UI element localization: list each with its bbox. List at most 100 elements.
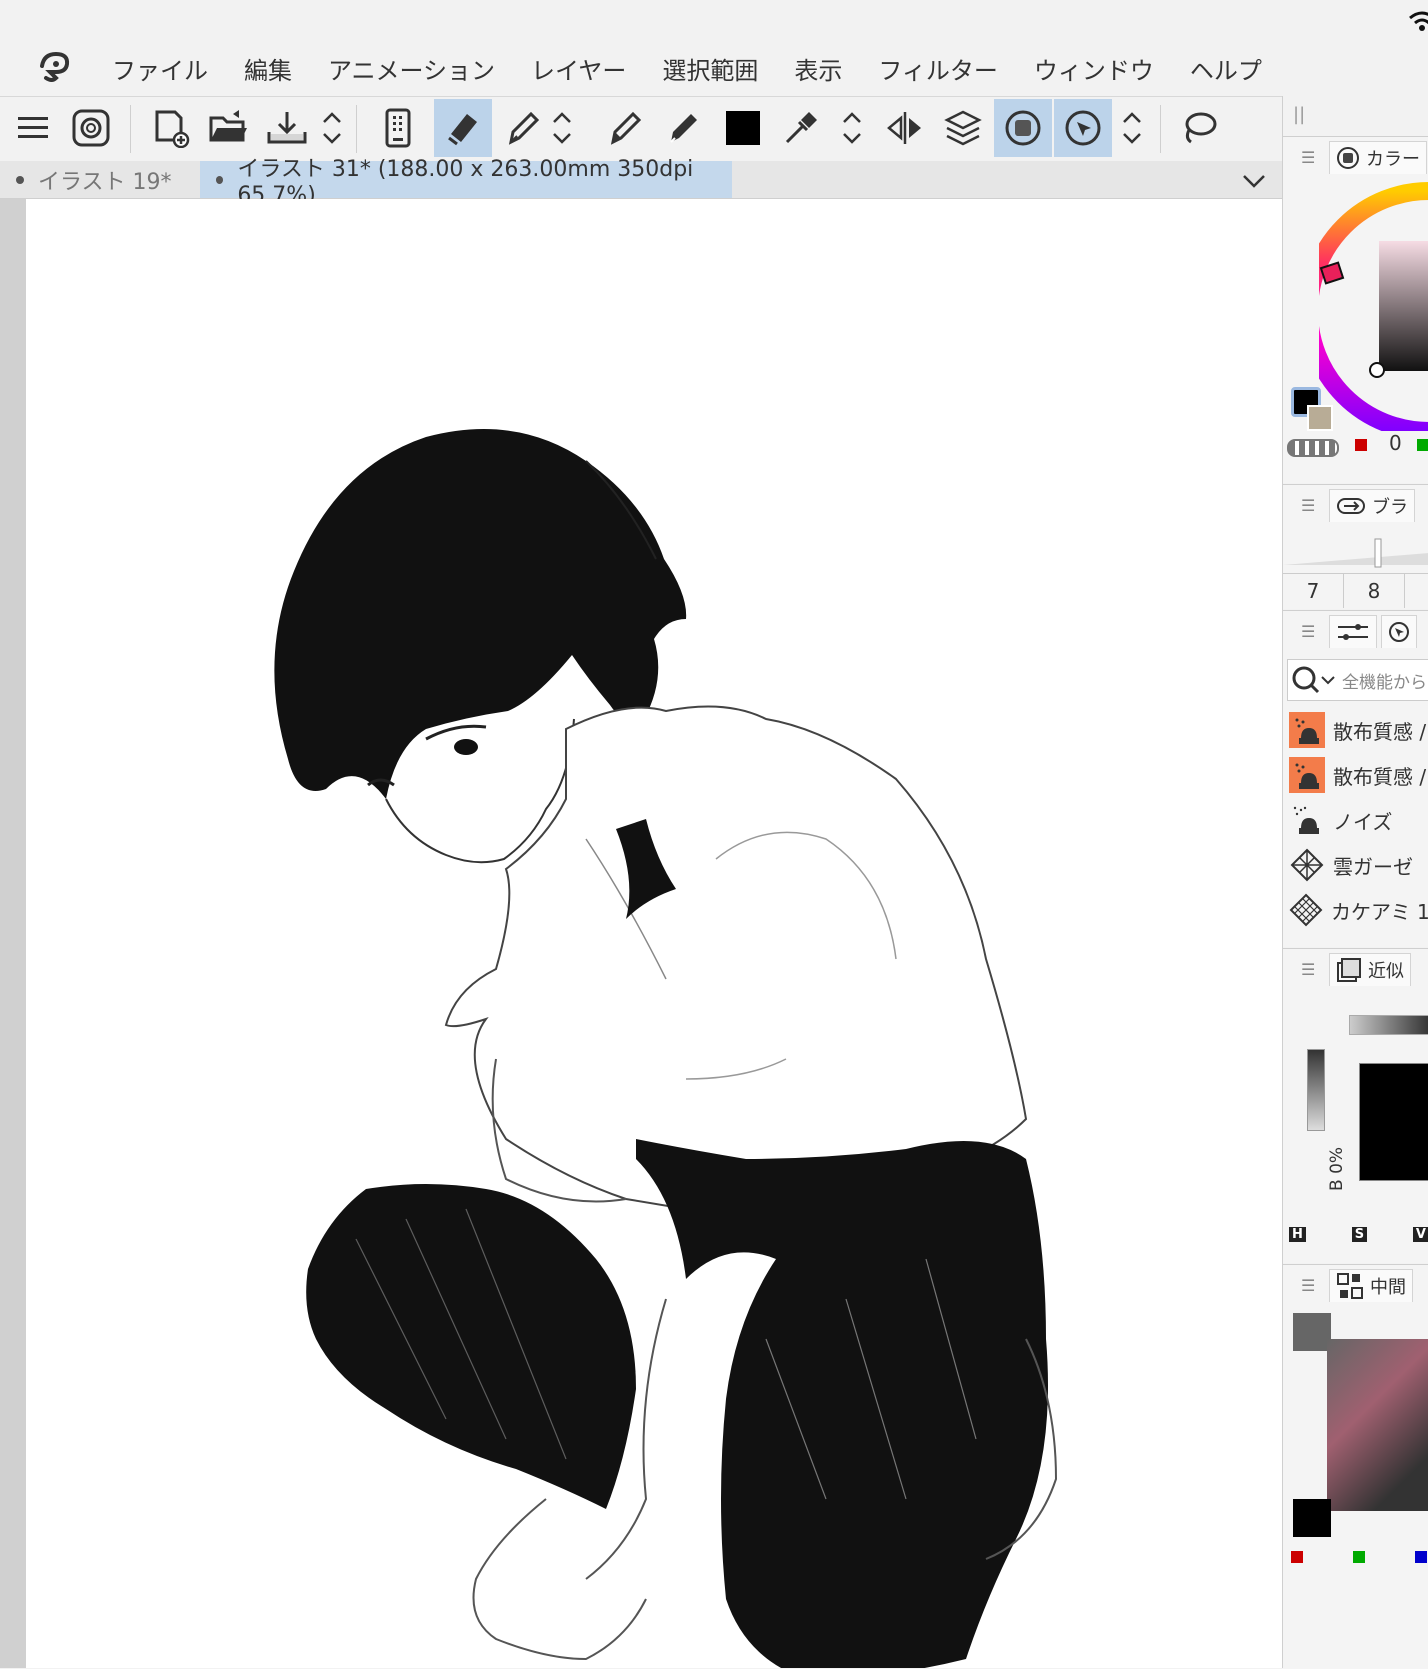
panel-menu-icon[interactable]: ☰ — [1301, 1276, 1315, 1295]
sketch-artwork — [274, 429, 1058, 1668]
new-canvas-icon[interactable] — [142, 99, 200, 157]
color-wheel-tab[interactable]: カラー — [1329, 140, 1427, 174]
list-item[interactable]: 散布質感 / — [1289, 707, 1428, 753]
lasso-icon[interactable] — [1170, 99, 1228, 157]
red-channel-icon — [1291, 1551, 1303, 1563]
panel-menu-icon[interactable]: ☰ — [1301, 496, 1315, 515]
corner-color-swatch[interactable] — [1293, 1313, 1331, 1351]
menu-filter[interactable]: フィルター — [878, 51, 998, 86]
approx-color-tab[interactable]: 近似 — [1329, 952, 1411, 986]
eyedropper-icon[interactable] — [772, 99, 830, 157]
hamburger-menu-icon[interactable] — [4, 99, 62, 157]
panel-menu-icon[interactable]: ☰ — [1301, 960, 1315, 979]
list-item[interactable]: ノイズ — [1289, 797, 1428, 843]
layers-icon[interactable] — [934, 99, 992, 157]
intermediate-color-icon — [1337, 1272, 1363, 1299]
list-item[interactable]: 散布質感 / — [1289, 752, 1428, 798]
saturation-label: S — [1351, 1227, 1368, 1242]
approx-hue-slider[interactable] — [1349, 1015, 1428, 1035]
save-icon[interactable] — [258, 99, 316, 157]
tab-illust-19[interactable]: イラスト 19* — [16, 161, 196, 198]
brush-size-7[interactable]: 7 — [1283, 574, 1344, 608]
wifi-icon — [1409, 11, 1428, 31]
menu-window[interactable]: ウィンドウ — [1034, 51, 1154, 86]
list-item-label: 雲ガーゼ — [1333, 854, 1413, 879]
color-wheel-panel: ☰ カラー 0 — [1283, 136, 1428, 483]
sliders-icon — [1338, 623, 1368, 640]
column-grip-icon[interactable]: || — [1293, 104, 1305, 125]
crosshatch-icon — [1289, 892, 1323, 928]
approx-color-tab-label: 近似 — [1368, 960, 1404, 982]
menu-bar: ファイル 編集 アニメーション レイヤー 選択範囲 表示 フィルター ウィンドウ… — [0, 40, 1428, 96]
corner-color-swatch[interactable] — [1293, 1499, 1331, 1537]
intermediate-color-panel: ☰ 中間 — [1283, 1264, 1428, 1669]
intermediate-color-tab[interactable]: 中間 — [1329, 1268, 1413, 1302]
brush-size-icon — [1337, 497, 1365, 514]
system-status-bar — [0, 0, 1428, 40]
chevron-down-icon — [1321, 676, 1335, 685]
pen-scroll-icon[interactable] — [544, 99, 580, 157]
menu-help[interactable]: ヘルプ — [1190, 51, 1262, 86]
menu-layer[interactable]: レイヤー — [531, 51, 626, 86]
channel-value: 0 — [1389, 431, 1402, 455]
color-circle-panel-icon[interactable] — [994, 99, 1052, 157]
tab-illust-31[interactable]: イラスト 31* (188.00 x 263.00mm 350dpi 65.7%… — [200, 157, 732, 208]
navigator-tab[interactable] — [1381, 614, 1417, 648]
color-wheel-tab-label: カラー — [1366, 148, 1420, 170]
toolbar-scroll-icon[interactable] — [314, 99, 350, 157]
brush-size-slider[interactable] — [1283, 529, 1428, 569]
transparent-color-chip[interactable] — [1287, 439, 1339, 457]
chevron-down-icon[interactable] — [1234, 166, 1274, 196]
navigator-small-icon — [1389, 621, 1409, 642]
hue-label: H — [1289, 1227, 1306, 1242]
menu-edit[interactable]: 編集 — [244, 51, 292, 86]
drawing-canvas[interactable] — [26, 199, 1282, 1668]
gauze-icon — [1289, 847, 1325, 883]
noise-icon — [1289, 802, 1325, 838]
panel-menu-icon[interactable]: ☰ — [1301, 148, 1315, 167]
hue-ring[interactable] — [1319, 181, 1428, 431]
intermediate-gradient[interactable] — [1327, 1339, 1428, 1511]
marker-tool-icon[interactable] — [654, 99, 712, 157]
color-scroll-icon[interactable] — [834, 99, 870, 157]
app-logo-icon[interactable] — [26, 40, 82, 96]
sub-color-chip[interactable] — [1307, 405, 1333, 431]
list-item[interactable]: カケアミ 1 — [1289, 887, 1428, 933]
color-wheel-icon — [1337, 146, 1359, 169]
panel-scroll-icon[interactable] — [1114, 99, 1150, 157]
green-channel-icon — [1353, 1551, 1365, 1563]
blue-channel-icon — [1415, 1551, 1427, 1563]
green-channel-icon — [1417, 439, 1428, 451]
brush-size-8[interactable]: 8 — [1344, 574, 1405, 608]
menu-view[interactable]: 表示 — [794, 51, 842, 86]
right-panel-column: || ☰ カラー 0 ☰ ブラ 7 8 ☰ 全機能から 散布質感 / 散布質感 … — [1282, 96, 1428, 1669]
brush-size-tab[interactable]: ブラ — [1329, 488, 1415, 522]
intermediate-color-tab-label: 中間 — [1370, 1276, 1406, 1298]
open-folder-icon[interactable] — [200, 99, 258, 157]
eraser-tool-icon[interactable] — [434, 99, 492, 157]
main-color-swatch[interactable] — [714, 99, 772, 157]
tab-label: イラスト 19* — [38, 169, 172, 195]
menu-selection[interactable]: 選択範囲 — [662, 51, 758, 86]
list-item-label: カケアミ 1 — [1331, 899, 1428, 924]
tool-property-tab[interactable] — [1329, 614, 1377, 648]
brush-size-tab-label: ブラ — [1372, 496, 1408, 518]
navigator-icon[interactable] — [1054, 99, 1112, 157]
list-item-label: ノイズ — [1333, 809, 1393, 834]
menu-file[interactable]: ファイル — [112, 51, 208, 86]
device-icon[interactable] — [370, 99, 428, 157]
approx-color-preview[interactable] — [1359, 1063, 1428, 1181]
search-box[interactable]: 全機能から — [1287, 659, 1428, 701]
canvas-ruler — [0, 199, 26, 1668]
list-item[interactable]: 雲ガーゼ — [1289, 842, 1428, 888]
clip-studio-icon[interactable] — [62, 99, 120, 157]
red-channel-icon — [1355, 439, 1367, 451]
document-tabs: イラスト 19* イラスト 31* (188.00 x 263.00mm 350… — [0, 157, 1282, 208]
pencil-tool-icon[interactable] — [596, 99, 654, 157]
menu-animation[interactable]: アニメーション — [328, 51, 495, 86]
search-placeholder: 全機能から — [1342, 672, 1427, 693]
panel-menu-icon[interactable]: ☰ — [1301, 622, 1315, 641]
spray-texture-icon — [1289, 757, 1325, 793]
spray-texture-icon — [1289, 712, 1325, 748]
flip-horizontal-icon[interactable] — [876, 99, 934, 157]
